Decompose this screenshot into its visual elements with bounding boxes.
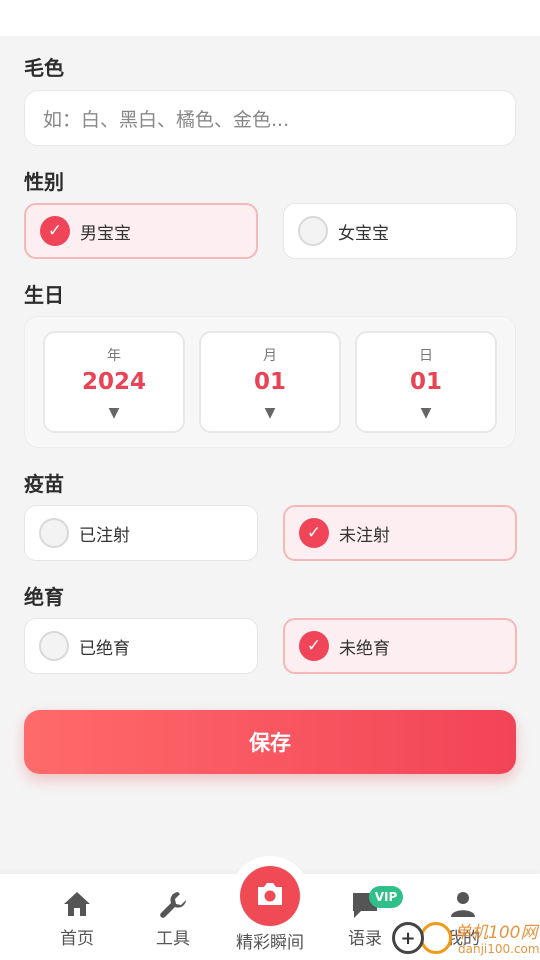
gender-option-label: 男宝宝 — [80, 223, 131, 244]
watermark-logo: + 单机100网 danji100.com — [392, 918, 540, 960]
check-icon: ✓ — [299, 518, 329, 548]
vaccine-option-done[interactable]: 已注射 — [24, 505, 258, 561]
dropdown-arrow-icon: ▼ — [264, 405, 276, 421]
tab-home[interactable]: 首页 — [37, 874, 117, 960]
neuter-option-done[interactable]: 已绝育 — [24, 618, 258, 674]
radio-empty-icon — [39, 518, 69, 548]
vip-badge: VIP — [369, 886, 403, 908]
camera-button[interactable] — [240, 866, 300, 926]
month-label: 月 — [263, 348, 277, 364]
neuter-option-label: 未绝育 — [339, 638, 390, 659]
neuter-option-label: 已绝育 — [79, 638, 130, 659]
camera-icon — [255, 881, 285, 911]
birthday-picker: 年 2024 ▼ 月 01 ▼ 日 01 ▼ — [24, 316, 516, 448]
radio-empty-icon — [39, 631, 69, 661]
month-value: 01 — [253, 369, 286, 395]
coat-section-title: 毛色 — [24, 56, 64, 80]
year-label: 年 — [107, 348, 121, 364]
day-value: 01 — [409, 369, 442, 395]
year-value: 2024 — [81, 369, 146, 395]
vaccine-option-label: 已注射 — [79, 525, 130, 546]
check-icon: ✓ — [299, 631, 329, 661]
top-bar — [0, 0, 540, 36]
vaccine-section-title: 疫苗 — [24, 472, 64, 496]
day-picker[interactable]: 日 01 ▼ — [355, 331, 497, 433]
watermark-url: danji100.com — [458, 942, 540, 956]
tab-home-label: 首页 — [60, 929, 94, 949]
wrench-icon — [158, 890, 188, 924]
neuter-section-title: 绝育 — [24, 585, 64, 609]
tab-tools[interactable]: 工具 — [133, 874, 213, 960]
tab-moments-label[interactable]: 精彩瞬间 — [220, 928, 320, 953]
vaccine-option-label: 未注射 — [339, 525, 390, 546]
dropdown-arrow-icon: ▼ — [108, 405, 120, 421]
day-label: 日 — [419, 348, 433, 364]
neuter-option-not-done[interactable]: ✓ 未绝育 — [283, 618, 517, 674]
save-button[interactable]: 保存 — [24, 710, 516, 774]
tab-tools-label: 工具 — [156, 929, 190, 949]
gender-option-label: 女宝宝 — [338, 223, 389, 244]
home-icon — [62, 890, 92, 922]
birthday-section-title: 生日 — [24, 283, 64, 307]
dropdown-arrow-icon: ▼ — [420, 405, 432, 421]
month-picker[interactable]: 月 01 ▼ — [199, 331, 341, 433]
check-icon: ✓ — [40, 216, 70, 246]
vaccine-option-not-done[interactable]: ✓ 未注射 — [283, 505, 517, 561]
gender-option-female[interactable]: 女宝宝 — [283, 203, 517, 259]
year-picker[interactable]: 年 2024 ▼ — [43, 331, 185, 433]
watermark-brand: 单机100网 — [454, 923, 538, 943]
radio-empty-icon — [298, 216, 328, 246]
gender-option-male[interactable]: ✓ 男宝宝 — [24, 203, 258, 259]
gender-section-title: 性别 — [24, 170, 64, 194]
coat-color-input[interactable]: 如：白、黑白、橘色、金色... — [24, 90, 516, 146]
watermark-plus-icon: + — [392, 922, 424, 954]
watermark-circle — [420, 922, 452, 954]
